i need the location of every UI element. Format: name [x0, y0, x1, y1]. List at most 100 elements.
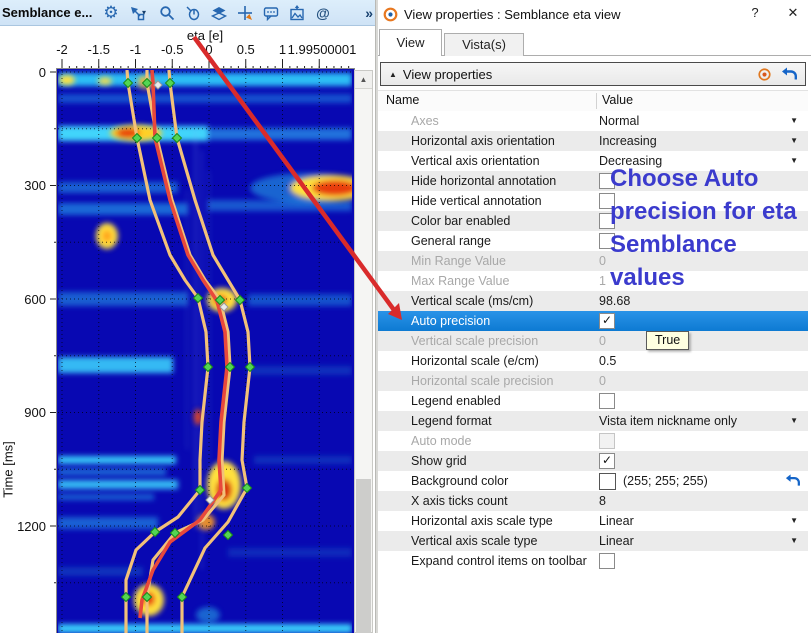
value-text: 1 [599, 271, 606, 291]
property-value [599, 391, 615, 411]
property-name: Background color [411, 471, 508, 491]
property-value: 0 [599, 251, 606, 271]
property-value: 98.68 [599, 291, 630, 311]
scrollbar-thumb[interactable] [356, 479, 371, 633]
property-row[interactable]: Vertical scale (ms/cm)98.68 [378, 291, 808, 311]
table-header: Name Value [378, 90, 808, 112]
spiral-at-icon[interactable]: @ [310, 2, 336, 24]
property-row[interactable]: ▼ Horizontal axis scale type Linear [378, 511, 808, 531]
property-value: Linear [599, 531, 634, 551]
zoom-magnifier-icon[interactable] [154, 2, 180, 24]
property-name: Horizontal scale (e/cm) [411, 351, 539, 371]
property-row[interactable]: Auto precision ✓ [378, 311, 808, 331]
property-name: Horizontal axis scale type [411, 511, 553, 531]
property-name: Color bar enabled [411, 211, 510, 231]
property-row[interactable]: Horizontal scale (e/cm)0.5 [378, 351, 808, 371]
property-row[interactable]: ▼AxesNormal [378, 111, 808, 131]
property-row[interactable]: ▼Horizontal axis orientationIncreasing [378, 131, 808, 151]
mouse-tool-icon[interactable] [180, 2, 206, 24]
property-row[interactable]: Show grid✓ [378, 451, 808, 471]
scrollbar-up-button[interactable]: ▲ [355, 71, 372, 89]
export-image-icon[interactable] [284, 2, 310, 24]
plot-pane-title: Semblance e... [0, 5, 98, 20]
view-properties-group-header[interactable]: ▲ View properties [380, 62, 806, 86]
dropdown-caret-icon[interactable]: ▼ [790, 531, 798, 551]
dropdown-caret-icon[interactable]: ▼ [790, 411, 798, 431]
property-row[interactable]: Background color (255; 255; 255) [378, 471, 808, 491]
semblance-view-pane: Semblance e... ⚙ ▾ [0, 0, 377, 633]
move-crosshair-icon[interactable] [232, 2, 258, 24]
toolbar-overflow-chevrons[interactable]: » [365, 5, 373, 21]
view-properties-panel: View properties : Semblance eta view ? ✕… [378, 0, 811, 633]
property-name: Auto mode [411, 431, 471, 451]
x-axis-title: eta [e] [58, 28, 352, 43]
value-text: 8 [599, 491, 606, 511]
property-name: X axis ticks count [411, 491, 508, 511]
value-text: Increasing [599, 131, 657, 151]
layers-icon[interactable] [206, 2, 232, 24]
checkbox-checked[interactable]: ✓ [599, 453, 615, 469]
x-tick-label: 0 [205, 42, 212, 57]
y-tick-label: 1200 [12, 519, 46, 534]
property-value: ✓ [599, 451, 615, 471]
property-name: Min Range Value [411, 251, 506, 271]
dropdown-caret-icon[interactable]: ▼ [790, 131, 798, 151]
property-name: Hide vertical annotation [411, 191, 542, 211]
x-tick-label: 1.99500001 [288, 42, 357, 57]
reset-undo-icon[interactable] [780, 66, 797, 82]
x-tick-label: -2 [56, 42, 68, 57]
collapse-triangle-icon[interactable]: ▲ [389, 70, 397, 79]
plot-toolbar: Semblance e... ⚙ ▾ [0, 0, 377, 26]
select-region-dropdown-caret[interactable]: ▾ [142, 8, 154, 17]
plot-scrollbar[interactable]: ▲ [354, 70, 373, 633]
value-text: 0 [599, 371, 606, 391]
color-swatch[interactable] [599, 473, 616, 490]
property-value [599, 431, 615, 451]
x-tick-label: -1.5 [88, 42, 110, 57]
group-title: View properties [403, 67, 492, 82]
tab-vistas[interactable]: Vista(s) [444, 33, 524, 56]
x-tick-label: -0.5 [161, 42, 183, 57]
property-row[interactable]: X axis ticks count 8 [378, 491, 808, 511]
checkbox-unchecked[interactable] [599, 433, 615, 449]
dropdown-caret-icon[interactable]: ▼ [790, 511, 798, 531]
property-value: 8 [599, 491, 606, 511]
property-row[interactable]: Horizontal scale precision 0 [378, 371, 808, 391]
target-icon[interactable] [757, 67, 772, 82]
property-name: Max Range Value [411, 271, 509, 291]
semblance-heatmap[interactable] [58, 70, 352, 633]
settings-gear-icon[interactable]: ⚙ [98, 2, 124, 24]
property-row[interactable]: Vertical scale precision0 [378, 331, 808, 351]
checkbox-unchecked[interactable] [599, 553, 615, 569]
property-name: Auto precision [411, 311, 490, 331]
annotation-line: values [610, 261, 797, 294]
reset-undo-icon[interactable] [784, 473, 800, 491]
dropdown-caret-icon[interactable]: ▼ [790, 111, 798, 131]
property-row[interactable]: ▼Vertical axis scale typeLinear [378, 531, 808, 551]
close-button[interactable]: ✕ [784, 5, 802, 23]
property-name: Horizontal scale precision [411, 371, 553, 391]
checkbox-checked[interactable]: ✓ [599, 313, 615, 329]
value-text: 0 [599, 331, 606, 351]
property-name: General range [411, 231, 491, 251]
app-icon [383, 7, 398, 22]
property-row[interactable]: Legend enabled [378, 391, 808, 411]
property-name: Hide horizontal annotation [411, 171, 556, 191]
color-rgb-text: (255; 255; 255) [623, 471, 708, 491]
property-row[interactable]: ▼Legend formatVista item nickname only [378, 411, 808, 431]
property-row[interactable]: Expand control items on toolbar [378, 551, 808, 571]
checkbox-unchecked[interactable] [599, 393, 615, 409]
comment-bubble-icon[interactable] [258, 2, 284, 24]
y-tick-label: 900 [12, 405, 46, 420]
tab-view[interactable]: View [379, 29, 442, 56]
annotation-line: Semblance [610, 228, 797, 261]
annotation-line: precision for eta [610, 195, 797, 228]
property-value: 1 [599, 271, 606, 291]
property-value: Vista item nickname only [599, 411, 737, 431]
property-row[interactable]: Auto mode [378, 431, 808, 451]
help-button[interactable]: ? [746, 5, 764, 23]
property-value: Linear [599, 511, 634, 531]
column-header-name: Name [386, 91, 419, 110]
property-value: 0 [599, 331, 606, 351]
window-title: View properties : Semblance eta view [404, 7, 621, 22]
